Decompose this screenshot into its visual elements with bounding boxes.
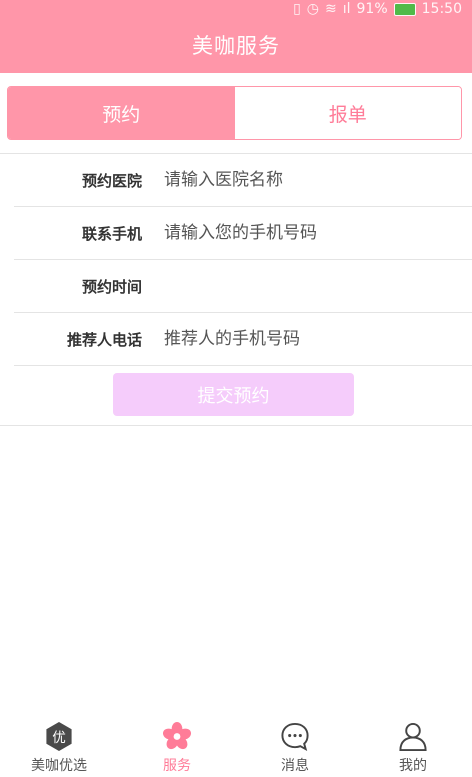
tab-appointment[interactable]: 预约 — [8, 87, 235, 139]
chat-bubble-icon — [281, 722, 309, 752]
status-bar: ▯ ◷ ≋ ıl 91% 15:50 — [293, 0, 462, 18]
hospital-input[interactable] — [162, 169, 446, 191]
hexagon-you-icon-text: 优 — [52, 730, 66, 746]
tab-profile[interactable]: 我的 — [354, 721, 472, 777]
page-title: 美咖服务 — [192, 34, 280, 58]
form-row-hospital: 预约医院 — [14, 154, 472, 207]
form-row-referrer: 推荐人电话 — [14, 313, 472, 366]
referrer-label: 推荐人电话 — [66, 330, 142, 349]
time-label: 预约时间 — [81, 277, 142, 296]
tab-label-meika-select: 美咖优选 — [31, 758, 87, 774]
phone-label: 联系手机 — [81, 224, 142, 243]
battery-icon — [393, 2, 416, 16]
segmented-control: 预约 报单 — [7, 86, 462, 140]
vibrate-icon: ▯ — [293, 1, 301, 17]
tab-label-service: 服务 — [163, 758, 191, 774]
flower-icon — [162, 721, 192, 750]
tab-messages[interactable]: 消息 — [236, 721, 354, 777]
clock: 15:50 — [421, 1, 462, 17]
form-row-phone: 联系手机 — [14, 207, 472, 260]
tab-meika-select[interactable]: 优 美咖优选 — [0, 721, 118, 777]
tab-label-profile: 我的 — [399, 758, 427, 774]
submit-appointment-button[interactable]: 提交预约 — [113, 373, 354, 416]
user-icon — [399, 722, 427, 752]
battery-percent: 91% — [356, 1, 388, 17]
bottom-tab-bar: 优 美咖优选 服务 消息 我的 — [0, 721, 472, 777]
tab-label-messages: 消息 — [281, 758, 309, 774]
app-header: ▯ ◷ ≋ ıl 91% 15:50 美咖服务 — [0, 0, 472, 73]
signal-icon: ıl — [342, 1, 351, 17]
form-row-time[interactable]: 预约时间 — [14, 260, 472, 313]
alarm-icon: ◷ — [306, 1, 319, 17]
tab-service[interactable]: 服务 — [118, 721, 236, 777]
tab-report[interactable]: 报单 — [234, 87, 461, 139]
hospital-label: 预约医院 — [81, 171, 142, 190]
submit-area: 提交预约 — [0, 366, 472, 426]
referrer-input[interactable] — [162, 328, 446, 350]
hexagon-you-icon: 优 — [46, 721, 72, 752]
appointment-form: 预约医院 联系手机 预约时间 推荐人电话 — [0, 153, 472, 366]
phone-input[interactable] — [162, 222, 446, 244]
wifi-icon: ≋ — [325, 1, 337, 17]
